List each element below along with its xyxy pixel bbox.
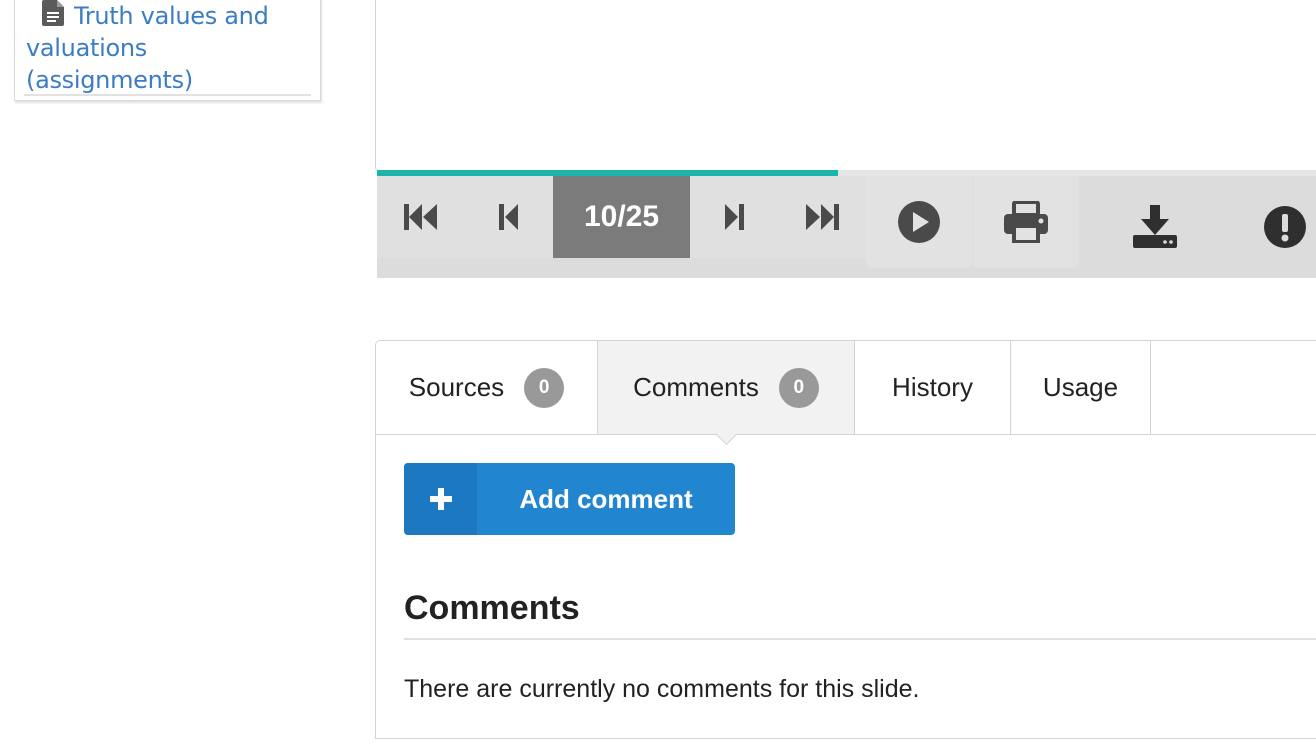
- play-button[interactable]: [866, 176, 972, 268]
- play-icon: [898, 201, 940, 243]
- nav-divider: [24, 94, 311, 96]
- add-comment-button[interactable]: Add comment: [404, 463, 735, 535]
- last-slide-button[interactable]: [778, 176, 866, 258]
- document-icon: [42, 0, 64, 26]
- print-button[interactable]: [973, 176, 1079, 268]
- tab-label: Sources: [408, 372, 505, 402]
- tab-history[interactable]: History: [855, 341, 1011, 434]
- slide-viewport: [375, 0, 1316, 172]
- tab-label: Usage: [1042, 372, 1119, 402]
- slide-info-panel: Sources 0 Comments 0 History Usage Add c…: [375, 340, 1316, 739]
- download-button[interactable]: [1103, 176, 1207, 278]
- nav-link-truth-values[interactable]: Truth values and valuations (assignments…: [26, 0, 306, 96]
- next-slide-button[interactable]: [690, 176, 778, 258]
- tab-usage[interactable]: Usage: [1011, 341, 1151, 434]
- report-button[interactable]: [1237, 176, 1316, 278]
- tab-comments[interactable]: Comments 0: [598, 341, 855, 434]
- empty-comments-message: There are currently no comments for this…: [404, 675, 920, 703]
- print-icon: [1004, 201, 1048, 243]
- previous-slide-button[interactable]: [465, 176, 553, 258]
- tab-sources[interactable]: Sources 0: [376, 341, 598, 434]
- next-slide-icon: [725, 204, 744, 230]
- plus-icon: [404, 463, 477, 535]
- count-badge: 0: [524, 367, 565, 408]
- count-badge: 0: [778, 367, 819, 408]
- report-icon: [1263, 206, 1306, 248]
- slide-counter[interactable]: 10/25: [553, 176, 690, 258]
- previous-slide-icon: [499, 204, 518, 230]
- slide-toolbar: 10/25: [377, 176, 1316, 278]
- comments-heading: Comments: [404, 589, 1316, 640]
- first-slide-button[interactable]: [377, 176, 465, 258]
- first-slide-icon: [404, 204, 437, 230]
- navigation-panel: Truth values and valuations (assignments…: [14, 0, 321, 101]
- tab-label: History: [892, 372, 973, 402]
- tab-label: Comments: [633, 372, 759, 402]
- last-slide-icon: [806, 204, 839, 230]
- download-icon: [1133, 205, 1177, 248]
- tab-bar: Sources 0 Comments 0 History Usage: [376, 341, 1316, 435]
- add-comment-label: Add comment: [519, 483, 693, 514]
